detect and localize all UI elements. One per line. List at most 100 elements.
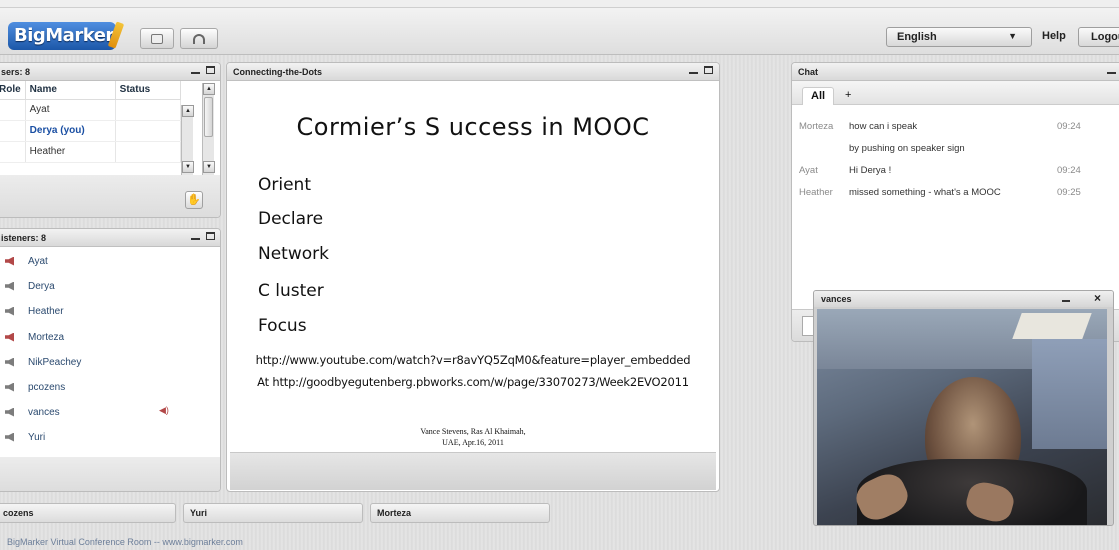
maximize-icon[interactable]: [704, 65, 713, 77]
speaker-icon[interactable]: [5, 407, 14, 417]
listener-item[interactable]: Ayat: [5, 251, 48, 271]
webcam-icon: [151, 33, 163, 44]
listener-item[interactable]: pcozens: [5, 377, 65, 397]
table-row[interactable]: Ayat: [0, 99, 182, 121]
minimize-icon[interactable]: [191, 65, 200, 77]
slide-title: Cormier’s S uccess in MOOC: [296, 113, 650, 141]
listener-name: pcozens: [28, 381, 66, 393]
minimize-icon[interactable]: [689, 65, 698, 77]
col-status[interactable]: Status: [115, 81, 182, 100]
chat-tabs: All +: [792, 81, 1119, 105]
bottom-tab-user[interactable]: Morteza: [370, 503, 550, 523]
presentation-panel-header: Connecting-the-Dots: [227, 63, 719, 81]
minimize-icon[interactable]: [1062, 294, 1070, 304]
raise-hand-button[interactable]: ✋: [185, 191, 203, 209]
slide-item: Focus: [258, 316, 307, 336]
listener-item[interactable]: Morteza: [5, 327, 64, 347]
bottom-tab-user[interactable]: cozens: [0, 503, 176, 523]
chat-time: 09:25: [1057, 187, 1081, 198]
speaker-icon[interactable]: [5, 382, 14, 392]
listeners-panel-title: isteners: 8: [1, 233, 47, 243]
video-window[interactable]: vances ×: [813, 290, 1114, 526]
user-name: Heather: [25, 141, 116, 163]
speaker-muted-icon[interactable]: [5, 332, 14, 342]
listener-name: NikPeachey: [28, 356, 82, 368]
chat-text: missed something - what's a MOOC: [849, 187, 1001, 198]
table-row[interactable]: Heather: [0, 141, 182, 163]
slide-item: Orient: [258, 175, 311, 195]
presentation-title: Connecting-the-Dots: [233, 67, 322, 77]
listener-name: Morteza: [28, 331, 65, 343]
listener-name: Heather: [28, 305, 64, 317]
status-bar: BigMarker Virtual Conference Room -- www…: [7, 537, 243, 547]
language-select[interactable]: English ▼: [886, 27, 1032, 47]
logout-button[interactable]: Logout: [1078, 27, 1119, 47]
maximize-icon[interactable]: [206, 65, 215, 77]
listener-item[interactable]: Yuri: [5, 427, 45, 447]
listener-item[interactable]: Derya: [5, 276, 55, 296]
close-icon[interactable]: ×: [1094, 291, 1101, 305]
chat-sender[interactable]: Ayat: [799, 165, 818, 176]
slide-item: Network: [258, 244, 329, 264]
chat-sender[interactable]: Morteza: [799, 121, 833, 132]
add-tab-icon[interactable]: +: [837, 87, 859, 105]
webcam-button[interactable]: [140, 28, 174, 49]
listeners-panel: isteners: 8 Ayat Derya Heather Morteza N…: [0, 228, 221, 492]
users-panel: sers: 8 Role Name Status Ayat Derya (you…: [0, 62, 221, 218]
speaking-icon: ◀): [159, 405, 169, 415]
speaker-icon[interactable]: [5, 432, 14, 442]
scroll-up-icon[interactable]: ▲: [182, 105, 194, 117]
chat-text: Hi Derya !: [849, 165, 892, 176]
chat-text: by pushing on speaker sign: [849, 143, 965, 154]
ceiling-light: [1012, 313, 1092, 339]
minimize-icon[interactable]: [1107, 65, 1116, 77]
users-panel-header: sers: 8: [0, 63, 220, 81]
inner-scrollbar[interactable]: ▲ ▼: [181, 105, 194, 175]
speaker-icon[interactable]: [5, 306, 14, 316]
tab-all[interactable]: All: [802, 87, 835, 105]
listener-item[interactable]: NikPeachey: [5, 352, 81, 372]
col-role[interactable]: Role: [0, 81, 26, 100]
speaker-icon[interactable]: [5, 281, 14, 291]
listener-item[interactable]: vances: [5, 402, 60, 422]
hand-icon: ✋: [187, 194, 201, 206]
bottom-tab-user[interactable]: Yuri: [183, 503, 363, 523]
users-table: Role Name Status Ayat Derya (you) Heathe…: [0, 81, 182, 163]
speaker-icon[interactable]: [5, 357, 14, 367]
chat-time: 09:24: [1057, 165, 1081, 176]
listeners-panel-header: isteners: 8: [0, 229, 220, 247]
video-header: vances ×: [814, 291, 1113, 307]
scroll-thumb[interactable]: [204, 97, 213, 137]
scroll-down-icon[interactable]: ▼: [203, 161, 215, 173]
chevron-down-icon: ▼: [1008, 31, 1017, 41]
listener-name: Yuri: [28, 431, 46, 443]
chat-sender[interactable]: Heather: [799, 187, 833, 198]
user-name: Derya (you): [25, 120, 116, 142]
language-value: English: [897, 31, 937, 43]
listener-item[interactable]: Heather: [5, 301, 64, 321]
user-name: Ayat: [25, 99, 116, 121]
col-name[interactable]: Name: [25, 81, 116, 100]
video-feed: [817, 309, 1107, 525]
scroll-up-icon[interactable]: ▲: [203, 83, 215, 95]
slide-credit-line1: Vance Stevens, Ras Al Khaimah,: [420, 427, 526, 436]
chat-panel-header: Chat: [792, 63, 1119, 81]
chat-title: Chat: [798, 67, 818, 77]
slide-link-pbworks[interactable]: At http://goodbyegutenberg.pbworks.com/w…: [230, 375, 716, 389]
table-row[interactable]: Derya (you): [0, 120, 182, 142]
headset-button[interactable]: [180, 28, 218, 49]
video-name: vances: [821, 294, 852, 304]
slide-link-youtube[interactable]: http://www.youtube.com/watch?v=r8avYQ5Zq…: [230, 353, 716, 367]
window-pane: [1032, 339, 1107, 449]
users-scrollbar[interactable]: ▲ ▼: [202, 83, 215, 175]
bigmarker-logo[interactable]: BigMarker: [8, 22, 116, 50]
minimize-icon[interactable]: [191, 231, 200, 243]
presentation-footer: [230, 452, 716, 490]
scroll-down-icon[interactable]: ▼: [182, 161, 194, 173]
slide-credit-line2: UAE, Apr.16, 2011: [442, 438, 504, 447]
chat-time: 09:24: [1057, 121, 1081, 132]
maximize-icon[interactable]: [206, 231, 215, 243]
listeners-panel-footer: [0, 457, 220, 491]
help-link[interactable]: Help: [1042, 27, 1066, 47]
speaker-muted-icon[interactable]: [5, 256, 14, 266]
